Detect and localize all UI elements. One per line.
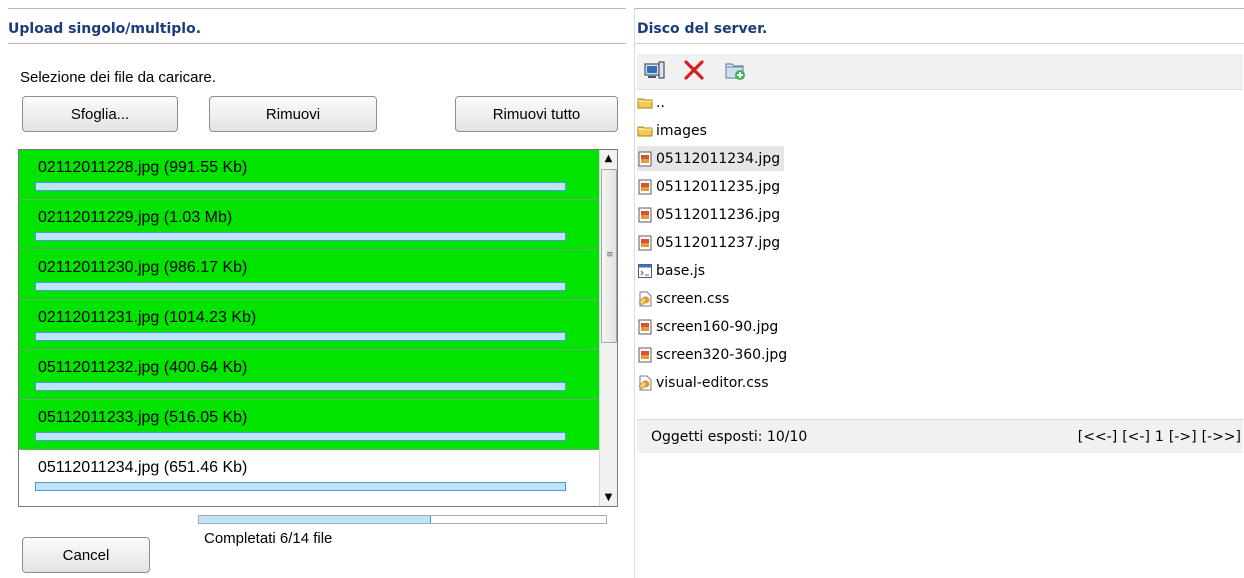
server-file-item[interactable]: 05112011235.jpg: [637, 174, 780, 199]
total-progress-bar: [198, 515, 607, 524]
server-file-item[interactable]: visual-editor.css: [637, 370, 769, 395]
upload-file-row[interactable]: 02112011230.jpg (986.17 Kb): [19, 250, 599, 300]
pager-link[interactable]: [<-]: [1122, 429, 1150, 445]
server-icon[interactable]: [642, 58, 666, 82]
server-file-item[interactable]: 05112011236.jpg: [637, 202, 780, 227]
remove-all-button[interactable]: Rimuovi tutto: [455, 96, 618, 132]
server-panel-title: Disco del server.: [637, 21, 768, 37]
server-file-item[interactable]: screen320-360.jpg: [637, 342, 787, 367]
server-file-item[interactable]: 05112011234.jpg: [637, 146, 785, 171]
server-file-label: 05112011235.jpg: [656, 178, 781, 195]
total-progress-text: Completati 6/14 file: [204, 530, 333, 547]
server-file-item[interactable]: 05112011237.jpg: [637, 230, 780, 255]
upload-file-progress: [35, 282, 566, 291]
upload-file-row[interactable]: 05112011232.jpg (400.64 Kb): [19, 350, 599, 400]
upload-file-row[interactable]: 02112011231.jpg (1014.23 Kb): [19, 300, 599, 350]
upload-file-label: 02112011228.jpg (991.55 Kb): [38, 159, 248, 176]
server-footer: Oggetti esposti: 10/10 [<<-] [<-] 1 [->] [->…: [637, 419, 1243, 453]
script-file-icon: [637, 263, 653, 279]
server-file-item[interactable]: screen160-90.jpg: [637, 314, 778, 339]
upload-file-progress: [35, 432, 566, 441]
server-file-item[interactable]: screen.css: [637, 286, 729, 311]
css-file-icon: [637, 375, 653, 391]
upload-file-label: 02112011230.jpg (986.17 Kb): [38, 259, 248, 276]
image-file-icon: [637, 347, 653, 363]
server-file-label: screen.css: [656, 290, 730, 307]
upload-file-row[interactable]: 05112011234.jpg (651.46 Kb): [19, 450, 599, 500]
server-file-item[interactable]: images: [637, 118, 707, 143]
server-disk-panel: Disco del server. .. images 05112011234.jp…: [634, 8, 1244, 578]
remove-button[interactable]: Rimuovi: [209, 96, 377, 132]
server-file-label: 05112011236.jpg: [656, 206, 781, 223]
select-files-label: Selezione dei file da caricare.: [20, 69, 216, 86]
server-file-label: 05112011234.jpg: [656, 150, 781, 167]
upload-file-list[interactable]: 02112011228.jpg (991.55 Kb) 02112011229.j…: [18, 149, 618, 507]
server-file-item[interactable]: base.js: [637, 258, 705, 283]
upload-panel: Upload singolo/multiplo. Selezione dei f…: [8, 8, 626, 578]
upload-file-label: 05112011234.jpg (651.46 Kb): [38, 459, 248, 476]
pager-link[interactable]: [->>]: [1202, 429, 1241, 445]
file-list-scrollbar[interactable]: ▲ ≡ ▼: [599, 150, 617, 506]
server-file-item[interactable]: ..: [637, 90, 665, 115]
upload-file-label: 05112011233.jpg (516.05 Kb): [38, 409, 248, 426]
image-file-icon: [637, 151, 653, 167]
scroll-down-icon[interactable]: ▼: [600, 489, 617, 506]
server-file-label: screen320-360.jpg: [656, 346, 788, 363]
pager-link[interactable]: [->]: [1169, 429, 1197, 445]
pager: [<<-] [<-] 1 [->] [->>]: [1073, 429, 1241, 445]
objects-count: Oggetti esposti: 10/10: [651, 429, 808, 445]
image-file-icon: [637, 207, 653, 223]
upload-file-row[interactable]: 02112011228.jpg (991.55 Kb): [19, 150, 599, 200]
pager-link[interactable]: 1: [1155, 429, 1164, 445]
folder-icon: [637, 95, 653, 111]
upload-file-label: 02112011231.jpg (1014.23 Kb): [38, 309, 257, 326]
image-file-icon: [637, 179, 653, 195]
upload-file-progress: [35, 482, 566, 491]
total-progress-fill: [199, 516, 431, 523]
upload-file-progress: [35, 232, 566, 241]
title-divider: [635, 43, 1244, 44]
server-file-label: visual-editor.css: [656, 374, 769, 391]
grip-icon: ≡: [606, 250, 614, 260]
folder-icon: [637, 123, 653, 139]
css-file-icon: [637, 291, 653, 307]
server-file-label: base.js: [656, 262, 706, 279]
upload-file-progress: [35, 332, 566, 341]
upload-file-label: 05112011232.jpg (400.64 Kb): [38, 359, 248, 376]
upload-file-progress: [35, 382, 566, 391]
title-divider: [8, 43, 626, 44]
upload-file-label: 02112011229.jpg (1.03 Mb): [38, 209, 233, 226]
server-toolbar: [637, 54, 1243, 90]
scroll-up-icon[interactable]: ▲: [600, 150, 617, 167]
upload-file-progress: [35, 182, 566, 191]
image-file-icon: [637, 319, 653, 335]
image-file-icon: [637, 235, 653, 251]
upload-panel-title: Upload singolo/multiplo.: [8, 21, 202, 37]
server-file-label: 05112011237.jpg: [656, 234, 781, 251]
pager-link[interactable]: [<<-]: [1078, 429, 1117, 445]
delete-icon[interactable]: [682, 58, 706, 82]
cancel-button[interactable]: Cancel: [22, 537, 150, 573]
upload-file-row[interactable]: 05112011233.jpg (516.05 Kb): [19, 400, 599, 450]
server-file-label: images: [656, 122, 707, 139]
new-folder-icon[interactable]: [723, 58, 747, 82]
server-file-label: ..: [656, 94, 665, 111]
browse-button[interactable]: Sfoglia...: [22, 96, 178, 132]
upload-file-row[interactable]: 02112011229.jpg (1.03 Mb): [19, 200, 599, 250]
scroll-thumb[interactable]: ≡: [601, 169, 617, 343]
server-file-label: screen160-90.jpg: [656, 318, 779, 335]
